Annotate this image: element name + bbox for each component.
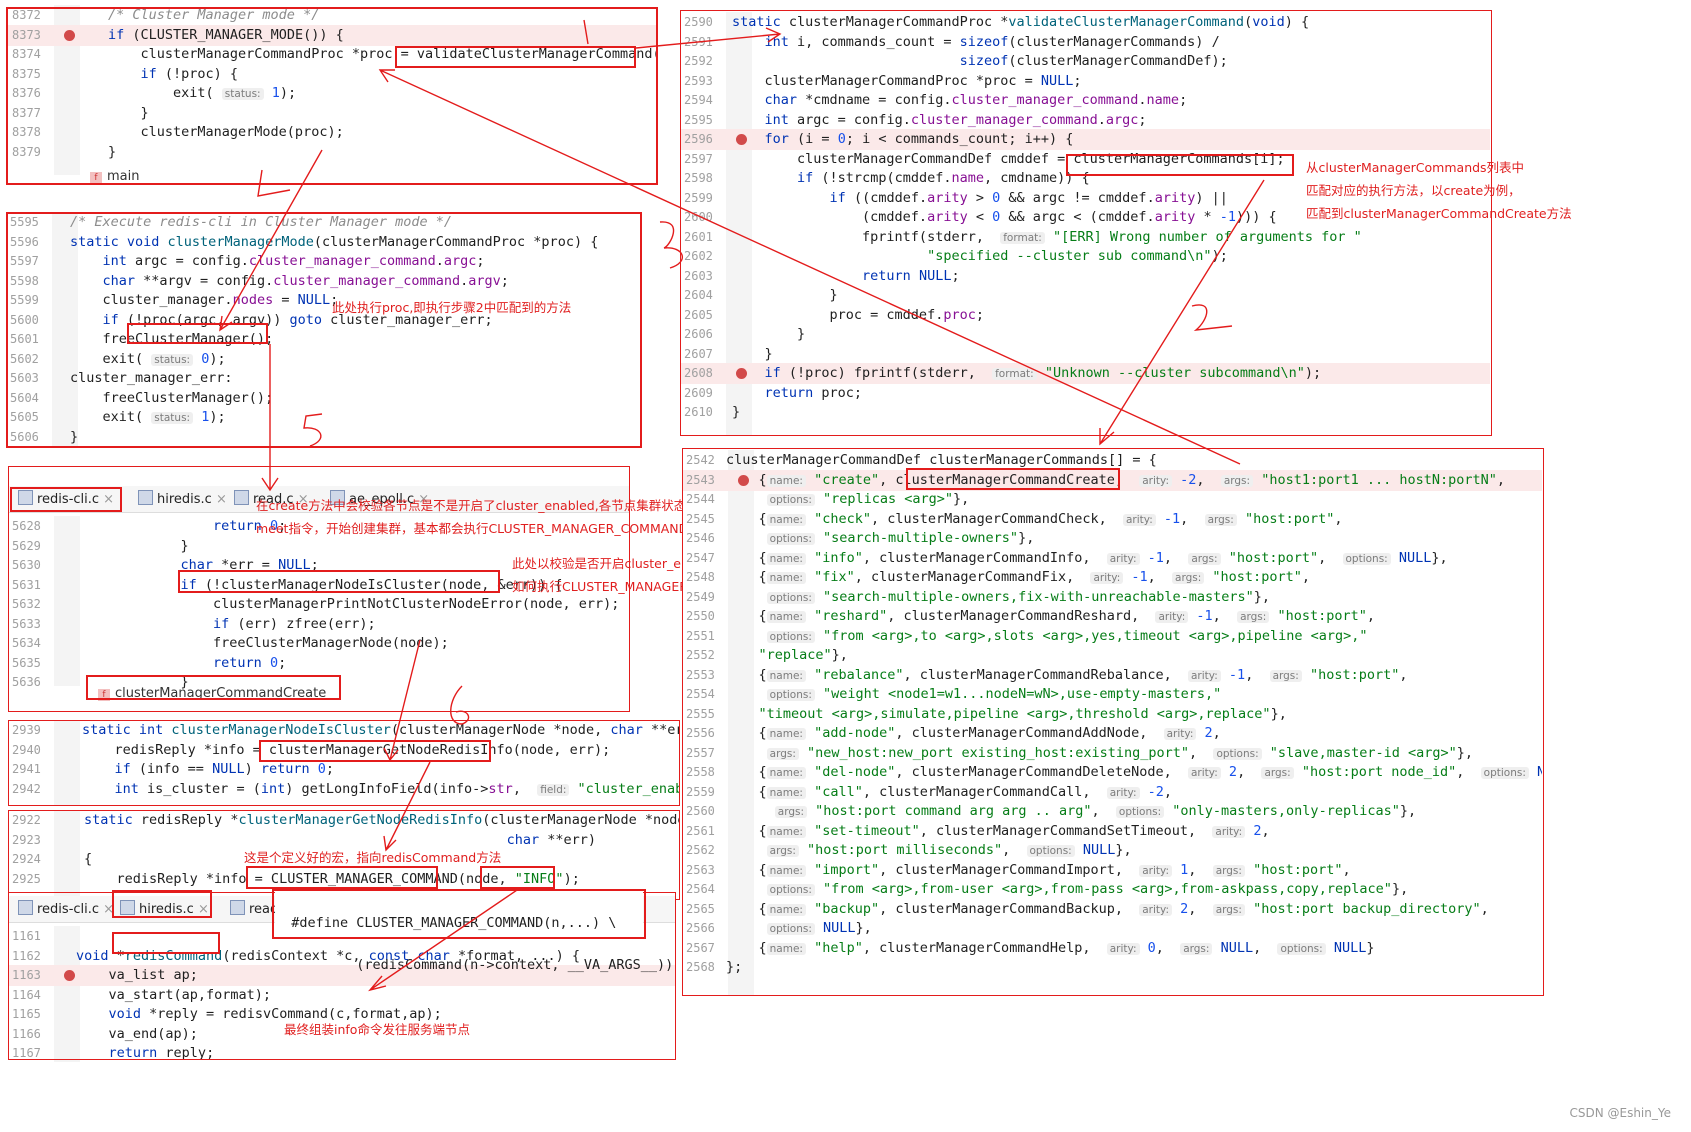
annotation-note: 此处执行proc,即执行步骤2中匹配到的方法: [332, 300, 572, 315]
step-3: [659, 221, 683, 269]
highlight-box: [6, 7, 658, 185]
highlight-box: [682, 448, 1544, 996]
highlight-box: [6, 212, 642, 448]
highlight-box: [480, 866, 555, 889]
highlight-box: [127, 323, 268, 344]
highlight-box: [8, 720, 680, 806]
annotation-note: 从clusterManagerCommands列表中 匹配对应的执行方法，以cr…: [1306, 160, 1572, 221]
highlight-box: [246, 866, 438, 889]
highlight-box: [86, 675, 341, 700]
define-line-2: (redisCommand(n->context, __VA_ARGS__)): [291, 957, 674, 973]
define-popup: #define CLUSTER_MANAGER_COMMAND(n,...) \…: [275, 892, 673, 973]
annotation-note: 这是个定义好的宏，指向redisCommand方法: [244, 850, 502, 865]
highlight-box: [112, 932, 220, 954]
highlight-box: [1066, 154, 1067, 155]
highlight-box: [1066, 154, 1294, 176]
highlight-box: [10, 487, 122, 512]
highlight-box: [112, 890, 212, 918]
highlight-box: [178, 570, 500, 593]
watermark: CSDN @Eshin_Ye: [1569, 1106, 1671, 1120]
annotation-note: 最终组装info命令发往服务端节点: [284, 1022, 470, 1037]
highlight-box: [259, 740, 491, 762]
highlight-box: [906, 468, 1120, 490]
highlight-box: [395, 46, 636, 68]
define-line-1: #define CLUSTER_MANAGER_COMMAND(n,...) \: [291, 915, 617, 931]
